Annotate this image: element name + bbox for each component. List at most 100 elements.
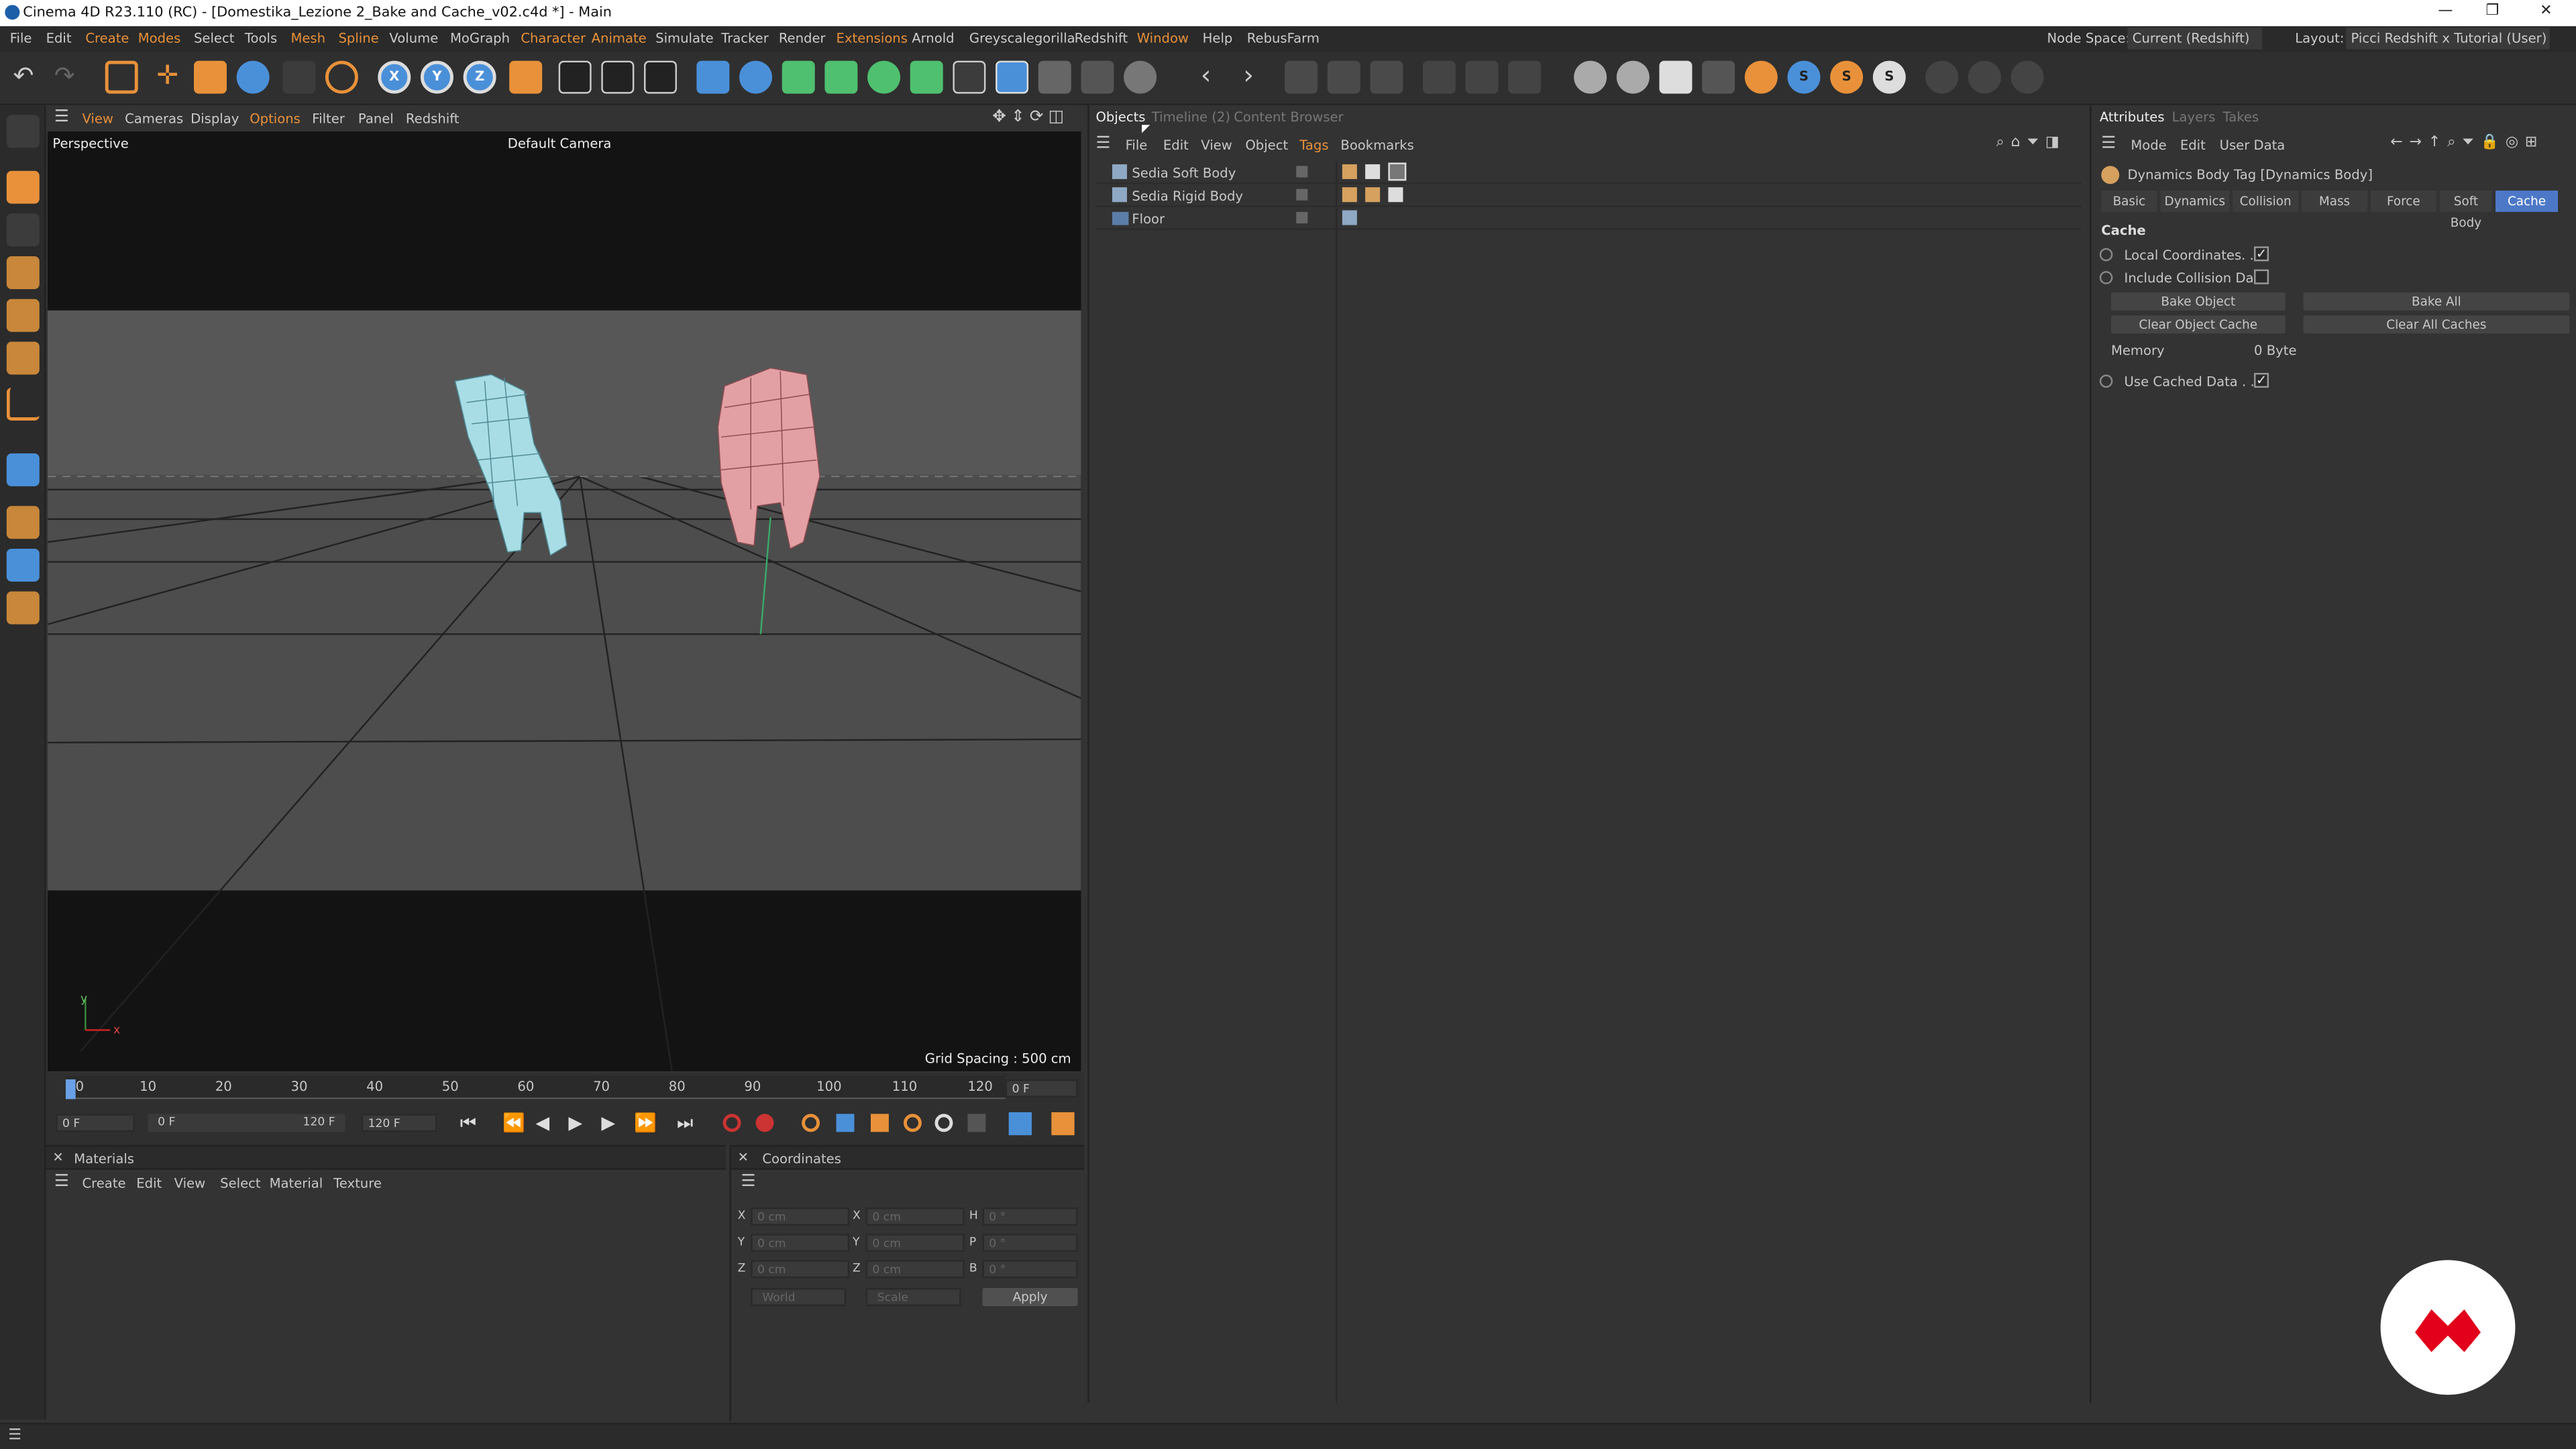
tab-objects[interactable]: Objects (1095, 110, 1145, 125)
position-z-field[interactable]: 0 cm (751, 1260, 850, 1279)
viewport-menu-panel[interactable]: Panel (358, 112, 394, 127)
materials-menu-create[interactable]: Create (82, 1176, 125, 1191)
menu-modes[interactable]: Modes (138, 32, 181, 46)
subtab-cache[interactable]: Cache (2496, 191, 2559, 212)
clear-all-caches-button[interactable]: Clear All Caches (2303, 315, 2570, 334)
keyframe-selection-icon[interactable] (802, 1114, 820, 1132)
layer-icon[interactable] (1285, 60, 1318, 94)
scale-x-field[interactable]: 0 cm (865, 1208, 965, 1226)
dynamics-tag-icon[interactable] (1342, 187, 1357, 203)
tab-timeline[interactable]: Timeline (2) (1152, 110, 1230, 125)
local-coords-anim-icon[interactable] (2099, 248, 2113, 262)
objects-menu-file[interactable]: File (1126, 138, 1148, 153)
menu-file[interactable]: File (10, 32, 32, 46)
attributes-menu-edit[interactable]: Edit (2180, 138, 2206, 153)
y-axis-icon[interactable]: Y (420, 60, 453, 94)
collider-tag-icon[interactable] (1342, 210, 1357, 225)
scale-z-field[interactable]: 0 cm (865, 1260, 965, 1279)
record-icon[interactable] (722, 1114, 741, 1132)
viewport-menu-icon[interactable]: ☰ (54, 109, 69, 127)
objects-menu-icon[interactable]: ☰ (1095, 135, 1110, 153)
character-icon[interactable] (1370, 60, 1403, 94)
redo-icon[interactable]: ↷ (54, 61, 87, 94)
live-selection-icon[interactable] (105, 60, 138, 94)
world-select[interactable]: World (751, 1288, 847, 1306)
objects-menu-edit[interactable]: Edit (1163, 138, 1189, 153)
use-cached-anim-icon[interactable] (2099, 374, 2113, 388)
coordinates-menu-icon[interactable]: ☰ (741, 1173, 755, 1191)
grid-icon[interactable] (1465, 60, 1499, 94)
maximize-icon[interactable]: ❐ (2485, 3, 2499, 19)
workplane-mode-icon[interactable] (6, 548, 40, 582)
visibility-icon[interactable] (1296, 211, 1308, 224)
materials-menu-view[interactable]: View (174, 1176, 205, 1191)
visibility-icon[interactable] (1296, 166, 1308, 178)
menu-animate[interactable]: Animate (592, 32, 647, 46)
autokey-icon[interactable] (755, 1114, 774, 1132)
close-icon[interactable]: ✕ (52, 1150, 63, 1165)
include-collision-checkbox[interactable] (2254, 269, 2269, 284)
redshift-renderview-icon[interactable] (1659, 60, 1693, 94)
motion-system-icon[interactable] (1008, 1112, 1032, 1136)
coordinate-system-icon[interactable] (509, 60, 543, 94)
redshift-proxy-icon[interactable] (1702, 60, 1735, 94)
menu-tracker[interactable]: Tracker (721, 32, 769, 46)
texture-tag-icon[interactable] (1365, 164, 1381, 179)
materials-menu-texture[interactable]: Texture (333, 1176, 382, 1191)
xref-icon[interactable] (1327, 60, 1360, 94)
key-position-icon[interactable] (836, 1114, 855, 1132)
scale-select[interactable]: Scale (865, 1288, 961, 1306)
close-icon[interactable]: ✕ (2540, 3, 2552, 19)
scale-icon[interactable] (193, 60, 227, 94)
render-region-icon[interactable] (558, 60, 592, 94)
edges-mode-icon[interactable] (6, 299, 40, 332)
viewport-menu-options[interactable]: Options (250, 112, 301, 127)
bake-all-button[interactable]: Bake All (2303, 292, 2570, 311)
status-menu-icon[interactable]: ☰ (8, 1428, 21, 1444)
previous-key-icon[interactable]: ⏪ (502, 1112, 525, 1134)
attributes-menu-user-data[interactable]: User Data (2220, 138, 2286, 153)
objects-menu-bookmarks[interactable]: Bookmarks (1340, 138, 1413, 153)
3d-viewport[interactable]: Perspective Default Camera y x Grid Spac… (48, 131, 1081, 1071)
selected-tag-icon[interactable] (1388, 162, 1407, 181)
forward-icon[interactable]: › (1232, 60, 1265, 94)
plugin-1-icon[interactable] (1925, 60, 1959, 94)
playhead[interactable] (65, 1079, 76, 1099)
materials-menu-icon[interactable]: ☰ (54, 1173, 69, 1191)
menu-arnold[interactable]: Arnold (912, 32, 954, 46)
list-item[interactable]: Sedia Rigid Body (1095, 184, 2082, 207)
undo-icon[interactable]: ↶ (13, 61, 46, 94)
rotation-h-field[interactable]: 0 ° (982, 1208, 1078, 1226)
menu-tools[interactable]: Tools (245, 32, 277, 46)
subtab-force[interactable]: Force (2370, 191, 2436, 212)
node-space-select[interactable]: Current (Redshift) (2127, 28, 2263, 50)
axis-mode-icon[interactable] (6, 387, 40, 421)
render-settings-icon[interactable] (644, 60, 677, 94)
timeline-ruler[interactable]: 0 10 20 30 40 50 60 70 80 90 100 110 120 (65, 1076, 1006, 1099)
end-frame-field[interactable]: 120 F (361, 1114, 437, 1132)
play-icon[interactable]: ▶ (568, 1112, 582, 1134)
layout-select[interactable]: Picci Redshift x Tutorial (User) (2346, 28, 2550, 50)
attributes-menu-mode[interactable]: Mode (2131, 138, 2166, 153)
field-icon[interactable] (996, 60, 1029, 94)
light-icon[interactable] (1124, 60, 1157, 94)
attributes-nav-icons[interactable]: ←→↑⌕⏷🔒◎⊞ (2390, 135, 2544, 151)
next-frame-icon[interactable]: ▶ (601, 1112, 615, 1134)
viewport-menu-redshift[interactable]: Redshift (406, 112, 460, 127)
plugin-2-icon[interactable] (1968, 60, 2001, 94)
subdivision-icon[interactable] (782, 60, 815, 94)
attributes-menu-icon[interactable]: ☰ (2101, 135, 2116, 153)
menu-volume[interactable]: Volume (389, 32, 438, 46)
materials-menu-edit[interactable]: Edit (136, 1176, 162, 1191)
redshift-objects-icon[interactable] (1616, 60, 1650, 94)
use-cached-checkbox[interactable]: ✓ (2254, 372, 2269, 388)
mograph-icon[interactable] (910, 60, 943, 94)
timeline-window-icon[interactable] (1051, 1112, 1075, 1136)
subtab-dynamics[interactable]: Dynamics (2160, 191, 2230, 212)
polygons-mode-icon[interactable] (6, 341, 40, 375)
snap-enable-icon[interactable] (6, 453, 40, 486)
key-pla-icon[interactable] (967, 1114, 986, 1132)
viewport-menu-display[interactable]: Display (191, 112, 239, 127)
cloner-icon[interactable] (867, 60, 901, 94)
list-item[interactable]: Floor (1095, 207, 2082, 230)
